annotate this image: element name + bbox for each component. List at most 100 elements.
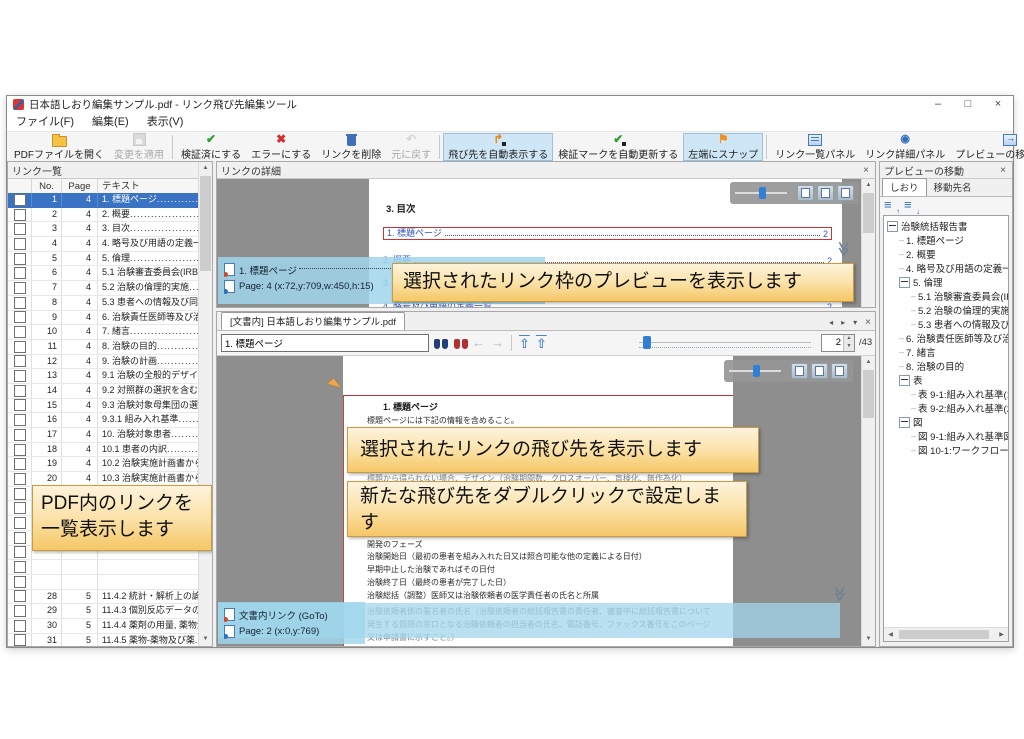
link-row[interactable]: 1148. 治験の目的 [8,340,199,355]
tree-item[interactable]: –表 9-2:組み入れ基準(2) [887,401,1008,415]
tab-destination-names[interactable]: 移動先名 [927,179,979,196]
tab-prev-icon[interactable]: ◂ [825,318,837,327]
minimize-button[interactable]: – [923,96,953,113]
tree-item[interactable]: –5.2 治験の倫理的実施 [887,303,1008,317]
no-column-header[interactable]: No. [32,179,62,194]
link-row[interactable]: 1349.1 治験の全般的デザイン及 [8,369,199,384]
apply-changes-button[interactable]: 変更を適用 [109,133,169,161]
history-back-icon[interactable]: ← [469,333,488,353]
menu-item-1[interactable]: 編集(E) [83,113,138,131]
preview-scrollbar[interactable]: ▲ [861,179,875,307]
tree-expander-icon[interactable] [899,417,910,428]
expand-all-icon[interactable] [904,201,918,213]
row-checkbox[interactable] [14,282,26,294]
link-row[interactable]: 141. 標題ページ [8,193,199,208]
row-checkbox[interactable] [14,209,26,221]
link-row[interactable]: 1649.3.1 組み入れ基準 [8,413,199,428]
link-row[interactable]: 19410.2 治験実施計画書からの [8,457,199,472]
auto-show-destination-button[interactable]: ↱飛び先を自動表示する [443,133,553,161]
zoom-slider[interactable] [729,370,781,372]
link-detail-viewport[interactable]: 3. 目次 1. 標題ページ22. 概要23. 目次24. 略号及び用語の定義一… [217,179,875,307]
row-checkbox[interactable] [14,576,26,588]
row-checkbox[interactable] [14,399,26,411]
tree-expander-icon[interactable] [887,221,898,232]
row-checkbox[interactable] [14,444,26,456]
link-detail-panel-button[interactable]: ◉リンク詳細パネル [860,133,950,161]
go-link-source-icon[interactable]: ⇧ [516,334,533,352]
document-viewport[interactable]: 1. 標題ページ 標題ページには下記の情報を含めること。 標題から得られない場合… [217,356,875,646]
link-row[interactable]: 645.1 治験審査委員会(IRB) [8,266,199,281]
history-forward-icon[interactable]: → [488,333,507,353]
link-row[interactable]: 946. 治験責任医師等及び治 [8,311,199,326]
mark-verified-button[interactable]: ✔検証済にする [176,133,246,161]
row-checkbox[interactable] [14,253,26,265]
tree-item[interactable]: –4. 略号及び用語の定義一覧 [887,261,1008,275]
link-row[interactable]: 1549.3 治験対象母集団の選択 [8,399,199,414]
scroll-up-icon[interactable]: ▲ [862,179,875,192]
link-row[interactable]: 29511.4.3 個別反応データの作 [8,604,199,619]
tab-next-icon[interactable]: ▸ [837,318,849,327]
row-checkbox[interactable] [14,194,26,206]
link-row[interactable]: 242. 概要 [8,208,199,223]
row-checkbox[interactable] [14,634,26,646]
link-row[interactable]: 343. 目次 [8,222,199,237]
link-row[interactable]: 28511.4.2 統計・解析上の論点 [8,590,199,605]
link-row[interactable]: 1249. 治験の計画 [8,355,199,370]
checkbox-column-header[interactable] [8,179,32,194]
tree-item[interactable]: –表 9-1:組み入れ基準(1) [887,387,1008,401]
tree-item[interactable]: –5.1 治験審査委員会(IRB) [887,289,1008,303]
page-slider[interactable] [639,335,811,351]
row-checkbox[interactable] [14,502,26,514]
row-checkbox[interactable] [14,311,26,323]
row-checkbox[interactable] [14,297,26,309]
zoom-slider[interactable] [735,192,787,194]
tree-expander-icon[interactable] [899,277,910,288]
scroll-right-icon[interactable]: ▶ [995,631,1008,638]
find-input[interactable] [221,334,429,352]
scroll-down-icon[interactable]: ▼ [199,633,212,646]
row-checkbox[interactable] [14,414,26,426]
row-checkbox[interactable] [14,370,26,382]
row-checkbox[interactable] [14,223,26,235]
tree-h-scrollbar[interactable]: ◀ ▶ [884,627,1008,641]
spinner-up-icon[interactable]: ▲ [844,335,854,343]
tree-item[interactable]: –5.3 患者への情報及び同意 [887,317,1008,331]
scroll-up-icon[interactable]: ▲ [199,162,212,175]
tree-item[interactable]: 表 [887,373,1008,387]
link-row[interactable]: 30511.4.4 薬剤の用量, 薬物濃 [8,619,199,634]
tree-item[interactable]: –1. 標題ページ [887,233,1008,247]
link-row[interactable]: 444. 略号及び用語の定義一覧 [8,237,199,252]
close-panel-icon[interactable]: × [861,165,871,176]
link-row[interactable]: 1047. 緒言 [8,325,199,340]
find-prev-icon[interactable] [454,337,469,349]
link-row[interactable] [8,560,199,575]
row-checkbox[interactable] [14,341,26,353]
collapse-chevron-icon[interactable]: ≫ [835,241,853,255]
page-slider-thumb[interactable] [643,336,651,349]
zoom-slider-thumb[interactable] [759,187,766,199]
scroll-thumb[interactable] [200,176,211,271]
page-column-header[interactable]: Page [62,179,98,194]
menu-item-0[interactable]: ファイル(F) [7,113,83,131]
actual-size-button[interactable] [831,363,848,379]
close-panel-icon[interactable]: × [998,165,1008,176]
scroll-thumb[interactable] [863,370,874,418]
tree-item[interactable]: –6. 治験責任医師等及び治験 [887,331,1008,345]
collapse-chevron-icon[interactable]: ≫ [831,586,849,600]
zoom-slider-thumb[interactable] [753,365,760,377]
row-checkbox[interactable] [14,267,26,279]
row-checkbox[interactable] [14,238,26,250]
fit-width-button[interactable] [797,185,814,201]
auto-update-verify-mark-button[interactable]: ✔検証マークを自動更新する [553,133,683,161]
tab-bookmarks[interactable]: しおり [882,178,927,196]
row-checkbox[interactable] [14,473,26,485]
scroll-thumb[interactable] [899,630,989,639]
spinner-down-icon[interactable]: ▼ [844,343,854,351]
row-checkbox[interactable] [14,458,26,470]
tree-item[interactable]: 5. 倫理 [887,275,1008,289]
fit-width-button[interactable] [791,363,808,379]
link-row[interactable]: 845.3 患者への情報及び同意 [8,296,199,311]
tree-item[interactable]: –2. 概要 [887,247,1008,261]
preview-move-panel-button[interactable]: プレビューの移動パネル [950,133,1024,161]
tab-menu-icon[interactable]: ▾ [849,318,861,327]
